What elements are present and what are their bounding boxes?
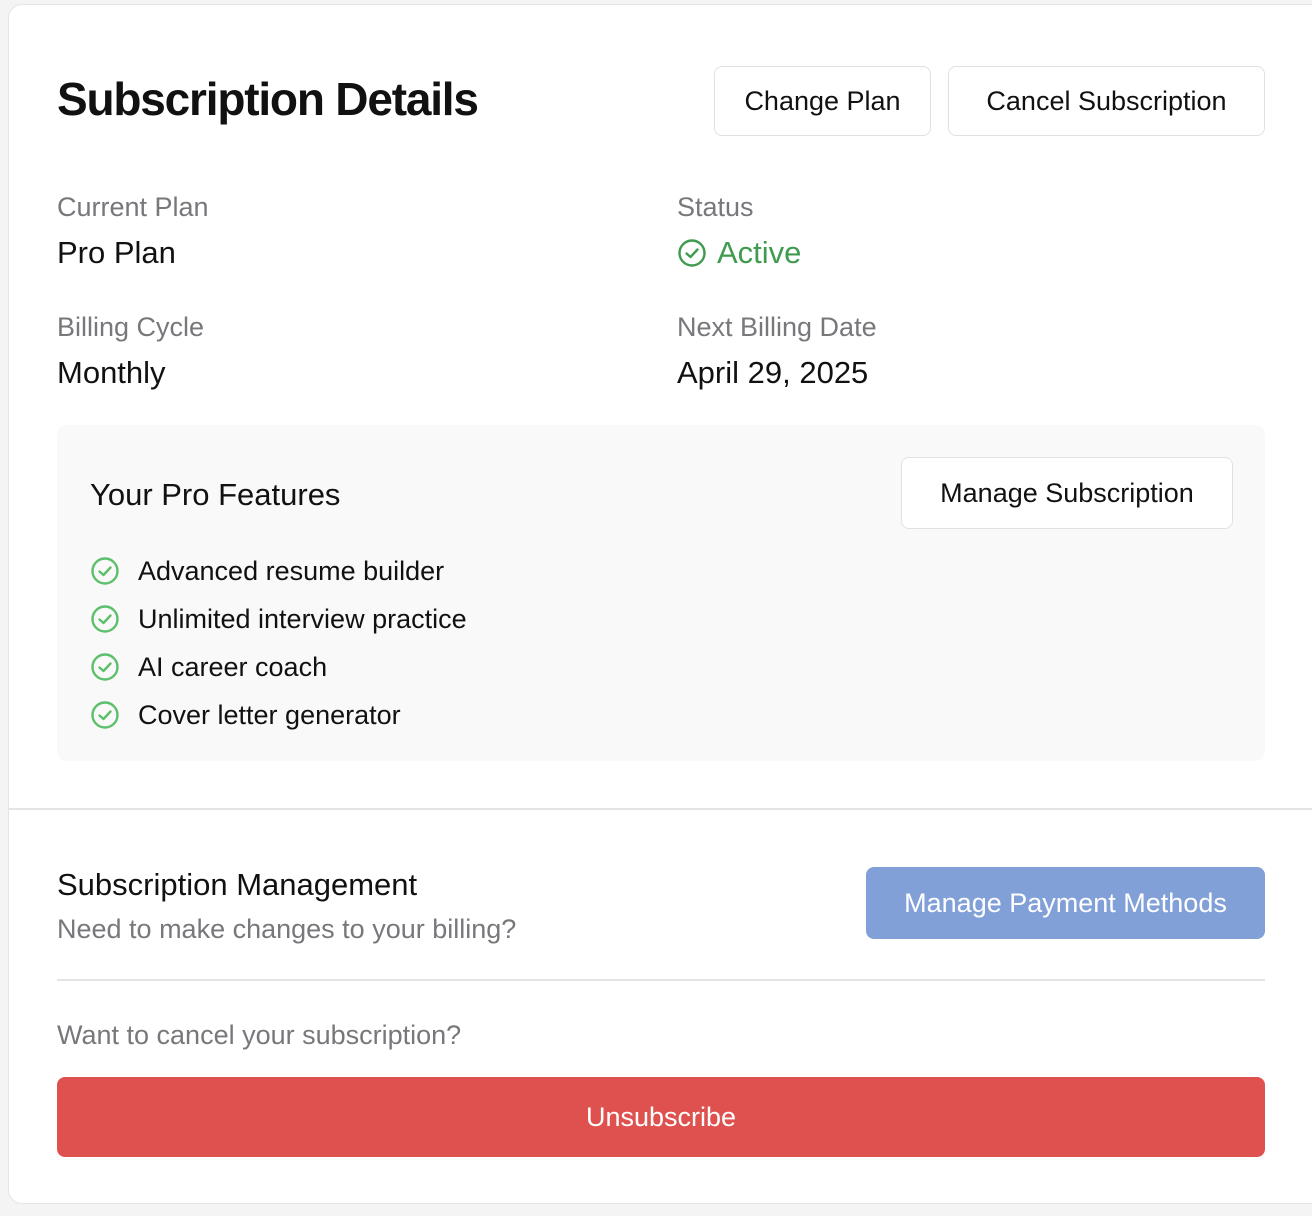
management-divider: [57, 979, 1265, 981]
feature-item: AI career coach: [90, 643, 467, 691]
section-divider: [9, 808, 1312, 810]
features-title: Your Pro Features: [90, 477, 341, 512]
status-label: Status: [677, 192, 754, 222]
cancel-subscription-button[interactable]: Cancel Subscription: [948, 66, 1265, 136]
status-badge: Active: [677, 233, 801, 273]
feature-label: Cover letter generator: [138, 699, 401, 730]
check-circle-icon: [677, 238, 707, 268]
feature-label: Advanced resume builder: [138, 555, 445, 586]
change-plan-button[interactable]: Change Plan: [714, 66, 931, 136]
check-circle-icon: [90, 556, 120, 586]
next-billing-date-label: Next Billing Date: [677, 312, 877, 342]
subscription-details-section: Subscription Details Change Plan Cancel …: [57, 5, 1265, 809]
management-title: Subscription Management: [57, 867, 418, 902]
feature-list: Advanced resume builder Unlimited intervi…: [90, 547, 467, 739]
feature-label: Unlimited interview practice: [138, 603, 467, 634]
next-billing-date-value: April 29, 2025: [677, 355, 869, 390]
billing-cycle-label: Billing Cycle: [57, 312, 205, 342]
check-circle-icon: [90, 604, 120, 634]
check-circle-icon: [90, 652, 120, 682]
feature-item: Unlimited interview practice: [90, 595, 467, 643]
current-plan-value: Pro Plan: [57, 235, 176, 270]
current-plan-label: Current Plan: [57, 192, 209, 222]
status-value: Active: [717, 235, 802, 270]
manage-subscription-button[interactable]: Manage Subscription: [901, 457, 1233, 529]
billing-cycle-value: Monthly: [57, 355, 166, 390]
page-title: Subscription Details: [57, 73, 479, 125]
pro-features-panel: Your Pro Features Manage Subscription Ad…: [57, 425, 1265, 761]
check-circle-icon: [90, 700, 120, 730]
subscription-card: Subscription Details Change Plan Cancel …: [8, 4, 1312, 1204]
cancel-question: Want to cancel your subscription?: [57, 1020, 462, 1050]
management-subtitle: Need to make changes to your billing?: [57, 914, 517, 944]
unsubscribe-button[interactable]: Unsubscribe: [57, 1077, 1265, 1157]
feature-item: Cover letter generator: [90, 691, 467, 739]
feature-item: Advanced resume builder: [90, 547, 467, 595]
manage-payment-methods-button[interactable]: Manage Payment Methods: [866, 867, 1265, 939]
feature-label: AI career coach: [138, 651, 328, 682]
